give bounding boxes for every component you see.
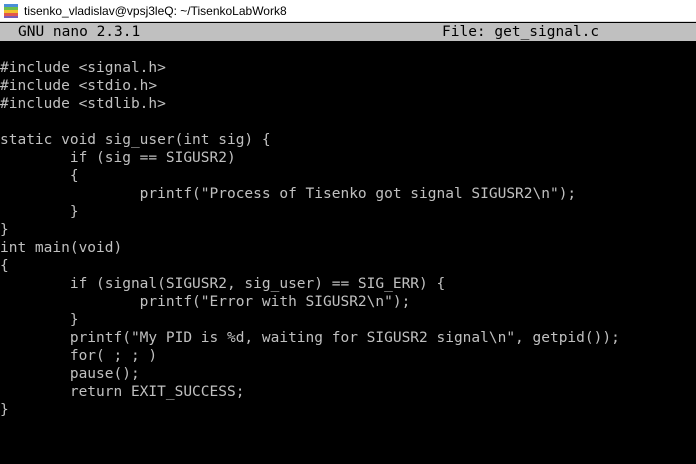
code-line: if (sig == SIGUSR2) (0, 150, 236, 166)
code-line: int main(void) (0, 240, 123, 256)
code-line: #include <stdio.h> (0, 78, 158, 94)
editor-text-area[interactable]: #include <signal.h> #include <stdio.h> #in… (0, 41, 696, 464)
nano-version: GNU nano 2.3.1 (18, 24, 141, 40)
code-line: #include <signal.h> (0, 60, 166, 76)
nano-file-name: File: get_signal.c (442, 24, 600, 40)
putty-terminal-icon (4, 3, 18, 18)
code-line: { (0, 168, 79, 184)
code-line: pause(); (0, 366, 140, 382)
code-line: printf("Process of Tisenko got signal SI… (0, 186, 577, 202)
code-line: { (0, 258, 9, 274)
code-line: printf("My PID is %d, waiting for SIGUSR… (0, 330, 620, 346)
code-line: } (0, 402, 9, 418)
terminal-window: tisenko_vladislav@vpsj3leQ: ~/TisenkoLab… (0, 0, 696, 464)
code-line: static void sig_user(int sig) { (0, 132, 271, 148)
window-title: tisenko_vladislav@vpsj3leQ: ~/TisenkoLab… (24, 3, 287, 18)
code-line: #include <stdlib.h> (0, 96, 166, 112)
code-line: } (0, 312, 79, 328)
code-line: return EXIT_SUCCESS; (0, 384, 245, 400)
code-line: printf("Error with SIGUSR2\n"); (0, 294, 411, 310)
code-line: } (0, 222, 9, 238)
window-titlebar[interactable]: tisenko_vladislav@vpsj3leQ: ~/TisenkoLab… (0, 0, 696, 22)
code-line: if (signal(SIGUSR2, sig_user) == SIG_ERR… (0, 276, 446, 292)
code-line: for( ; ; ) (0, 348, 158, 364)
nano-header-bar: GNU nano 2.3.1 File: get_signal.c (0, 23, 696, 41)
code-line: } (0, 204, 79, 220)
